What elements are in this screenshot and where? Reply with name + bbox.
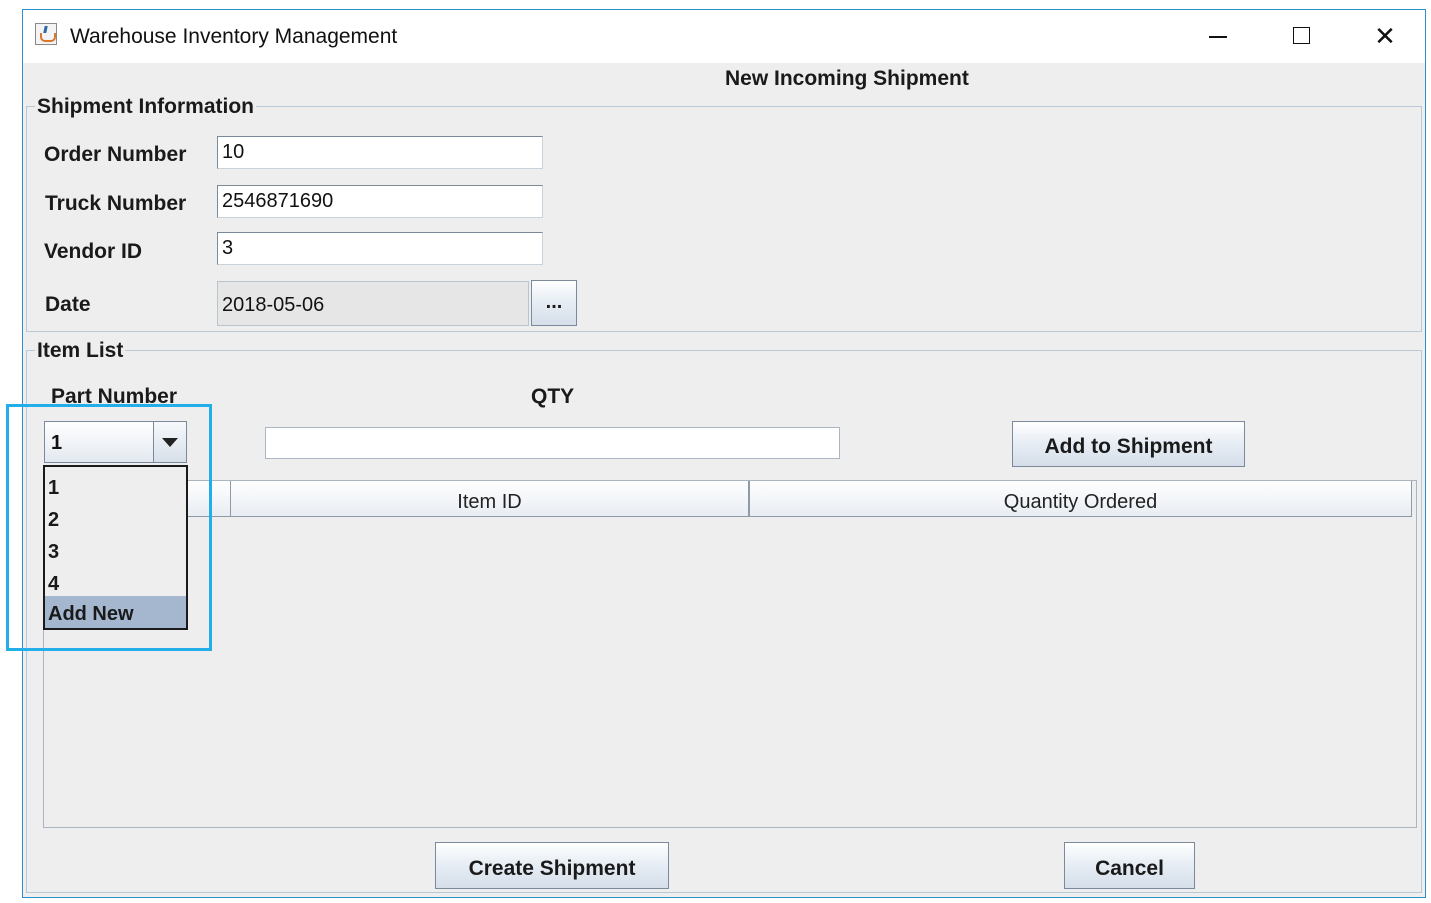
- date-label: Date: [45, 293, 91, 316]
- close-icon: ✕: [1374, 21, 1396, 51]
- title-bar[interactable]: Warehouse Inventory Management ✕: [23, 10, 1425, 63]
- window-title: Warehouse Inventory Management: [70, 25, 398, 48]
- dropdown-option-3[interactable]: 3: [45, 534, 186, 566]
- vendor-id-field[interactable]: 3: [217, 232, 543, 265]
- cancel-button[interactable]: Cancel: [1064, 842, 1195, 889]
- order-number-label: Order Number: [44, 143, 187, 166]
- dropdown-option-4[interactable]: 4: [45, 566, 186, 598]
- form-heading: New Incoming Shipment: [725, 67, 969, 90]
- part-number-dropdown[interactable]: 1: [44, 421, 187, 463]
- date-picker-button[interactable]: ...: [531, 280, 577, 326]
- qty-input[interactable]: [265, 427, 840, 459]
- part-number-label: Part Number: [51, 385, 178, 408]
- dropdown-option-2[interactable]: 2: [45, 502, 186, 534]
- dropdown-option-1[interactable]: 1: [45, 470, 186, 502]
- truck-number-field[interactable]: 2546871690: [217, 185, 543, 218]
- part-number-selected-value: 1: [51, 432, 63, 454]
- dropdown-option-add-new[interactable]: Add New: [45, 596, 186, 628]
- date-field: 2018-05-06: [217, 281, 529, 326]
- maximize-button[interactable]: [1279, 20, 1323, 52]
- minimize-icon: [1209, 36, 1227, 38]
- java-app-icon: [35, 23, 57, 45]
- maximize-icon: [1293, 27, 1310, 44]
- item-list-legend: Item List: [35, 339, 126, 363]
- minimize-button[interactable]: [1196, 20, 1240, 52]
- table-header-item-id[interactable]: Item ID: [231, 481, 749, 517]
- part-number-options-popup[interactable]: 1 2 3 4 Add New: [43, 465, 188, 630]
- qty-label: QTY: [531, 385, 575, 408]
- table-header-quantity-ordered[interactable]: Quantity Ordered: [749, 481, 1412, 517]
- vendor-id-label: Vendor ID: [44, 240, 143, 263]
- app-window: Warehouse Inventory Management ✕ New Inc…: [22, 9, 1426, 898]
- order-number-field[interactable]: 10: [217, 136, 543, 169]
- truck-number-label: Truck Number: [45, 192, 187, 215]
- items-table[interactable]: Item ID Quantity Ordered: [43, 480, 1417, 828]
- create-shipment-button[interactable]: Create Shipment: [435, 842, 669, 889]
- chevron-down-icon[interactable]: [153, 422, 186, 462]
- close-button[interactable]: ✕: [1363, 20, 1407, 52]
- add-to-shipment-button[interactable]: Add to Shipment: [1012, 421, 1245, 467]
- shipment-info-legend: Shipment Information: [35, 95, 256, 119]
